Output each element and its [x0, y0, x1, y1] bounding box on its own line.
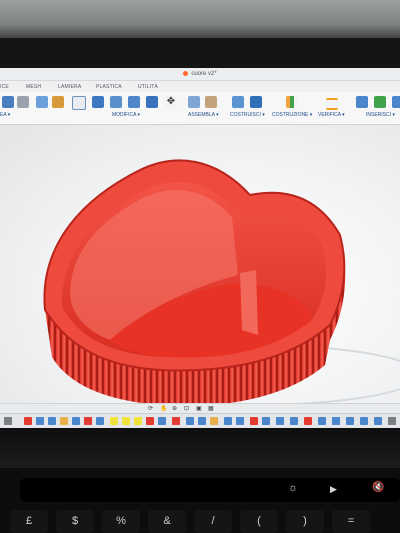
- toolbar: EA ▾ ✥ MODIFICA ▾ ASSEMBLA ▾ COSTRUISCI …: [0, 92, 400, 125]
- orbit-icon[interactable]: ⟳: [148, 405, 153, 412]
- heart-divider: [240, 270, 258, 335]
- fit-icon[interactable]: ⊡: [184, 405, 189, 412]
- sketch-icon[interactable]: [2, 96, 14, 108]
- group-inserisci-label[interactable]: INSERISCI ▾: [366, 112, 395, 118]
- zoom-icon[interactable]: ⊕: [172, 405, 177, 412]
- heart-model[interactable]: [0, 125, 400, 403]
- timeline-feature[interactable]: [198, 417, 206, 425]
- new-component-icon[interactable]: [188, 96, 200, 108]
- timeline-feature[interactable]: [48, 417, 56, 425]
- window-title: cuore v2*: [191, 71, 217, 77]
- key[interactable]: &: [148, 510, 186, 533]
- project-icon[interactable]: [232, 96, 244, 108]
- laptop-bezel-top: [0, 38, 400, 68]
- key[interactable]: ): [286, 510, 324, 533]
- extrude-icon[interactable]: [17, 96, 29, 108]
- offset-plane-icon[interactable]: [286, 96, 298, 108]
- timeline-feature[interactable]: [72, 417, 80, 425]
- timeline-feature[interactable]: [346, 417, 354, 425]
- group-costruisci-label[interactable]: COSTRUISCI ▾: [230, 112, 265, 118]
- chamfer-icon[interactable]: [128, 96, 140, 108]
- touch-bar: ☼ ▶ 🔇: [20, 478, 400, 502]
- timeline-feature[interactable]: [84, 417, 92, 425]
- timeline-feature[interactable]: [60, 417, 68, 425]
- touchbar-play-icon[interactable]: ▶: [330, 484, 337, 495]
- grid-icon[interactable]: ▦: [208, 405, 214, 412]
- timeline-feature[interactable]: [332, 417, 340, 425]
- timeline-feature[interactable]: [374, 417, 382, 425]
- tab-plastica[interactable]: PLASTICA: [96, 84, 122, 90]
- timeline-settings-icon[interactable]: [388, 417, 396, 425]
- revolve-icon[interactable]: [36, 96, 48, 108]
- display-settings-icon[interactable]: ▣: [196, 405, 202, 412]
- move-icon[interactable]: ✥: [165, 96, 177, 108]
- intersect-icon[interactable]: [250, 96, 262, 108]
- tab-utilita[interactable]: UTILITÀ: [138, 84, 158, 90]
- timeline-feature[interactable]: [110, 417, 118, 425]
- timeline-feature[interactable]: [158, 417, 166, 425]
- window-titlebar: cuore v2*: [0, 68, 400, 81]
- timeline-feature[interactable]: [224, 417, 232, 425]
- workspace-tabs: ICE MESH LAMIERA PLASTICA UTILITÀ: [0, 82, 400, 92]
- insert-mesh-icon[interactable]: [374, 96, 386, 108]
- joint-icon[interactable]: [205, 96, 217, 108]
- touchbar-brightness-icon[interactable]: ☼: [288, 482, 298, 494]
- timeline-feature[interactable]: [304, 417, 312, 425]
- 3d-viewport[interactable]: [0, 125, 400, 403]
- timeline-feature[interactable]: [262, 417, 270, 425]
- timeline-feature[interactable]: [96, 417, 104, 425]
- timeline-feature[interactable]: [318, 417, 326, 425]
- timeline-feature[interactable]: [210, 417, 218, 425]
- timeline-start-icon[interactable]: [4, 417, 12, 425]
- timeline-feature[interactable]: [276, 417, 284, 425]
- insert-svg-icon[interactable]: [392, 96, 400, 108]
- shell-icon[interactable]: [146, 96, 158, 108]
- group-modifica-label[interactable]: MODIFICA ▾: [112, 112, 140, 118]
- group-assembla-label[interactable]: ASSEMBLA ▾: [188, 112, 219, 118]
- pan-icon[interactable]: ✋: [160, 405, 167, 412]
- timeline-feature[interactable]: [122, 417, 130, 425]
- timeline-feature[interactable]: [172, 417, 180, 425]
- key[interactable]: (: [240, 510, 278, 533]
- key[interactable]: %: [102, 510, 140, 533]
- timeline-feature[interactable]: [146, 417, 154, 425]
- key[interactable]: £: [10, 510, 48, 533]
- timeline-feature[interactable]: [236, 417, 244, 425]
- tab-mesh[interactable]: MESH: [26, 84, 41, 90]
- timeline-feature[interactable]: [36, 417, 44, 425]
- timeline-feature[interactable]: [290, 417, 298, 425]
- touchbar-mute-icon[interactable]: 🔇: [372, 482, 384, 493]
- sweep-icon[interactable]: [52, 96, 64, 108]
- timeline-feature[interactable]: [134, 417, 142, 425]
- laptop-bezel-bottom: [0, 428, 400, 468]
- laptop-screen: cuore v2* ICE MESH LAMIERA PLASTICA UTIL…: [0, 68, 400, 428]
- tab-lamiera[interactable]: LAMIERA: [58, 84, 81, 90]
- timeline-feature[interactable]: [250, 417, 258, 425]
- group-costruzione-label[interactable]: COSTRUZIONE ▾: [272, 112, 312, 118]
- timeline-feature[interactable]: [186, 417, 194, 425]
- insert-derive-icon[interactable]: [356, 96, 368, 108]
- group-verifica-label[interactable]: VERIFICA ▾: [318, 112, 345, 118]
- tab-ice[interactable]: ICE: [0, 84, 9, 90]
- timeline-feature[interactable]: [360, 417, 368, 425]
- loft-icon[interactable]: [72, 96, 86, 110]
- key[interactable]: =: [332, 510, 370, 533]
- timeline: [0, 413, 400, 428]
- key[interactable]: /: [194, 510, 232, 533]
- key[interactable]: $: [56, 510, 94, 533]
- timeline-feature[interactable]: [24, 417, 32, 425]
- group-crea-label[interactable]: EA ▾: [0, 112, 10, 118]
- fillet-icon[interactable]: [110, 96, 122, 108]
- measure-icon[interactable]: [326, 98, 338, 110]
- press-pull-icon[interactable]: [92, 96, 104, 108]
- app-logo-icon: [183, 70, 189, 76]
